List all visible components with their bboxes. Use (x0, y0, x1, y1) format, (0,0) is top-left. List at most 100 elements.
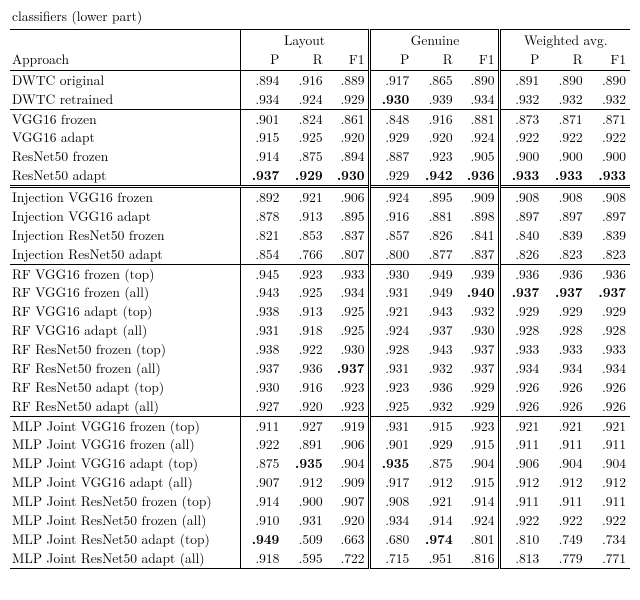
metric-cell: .922 (500, 128, 543, 147)
metric-cell: .823 (543, 245, 586, 264)
metric-cell: .810 (500, 530, 543, 549)
header-layout-p: P (240, 50, 283, 70)
metric-cell: .929 (543, 302, 586, 321)
metric-cell: .923 (370, 378, 413, 397)
metric-cell: .938 (240, 340, 283, 359)
metric-cell: .923 (327, 378, 370, 397)
table-row: MLP Joint VGG16 frozen (all).922.891.906… (10, 435, 630, 454)
table-row: RF ResNet50 adapt (all).927.920.923.925.… (10, 397, 630, 416)
metric-cell: .916 (283, 378, 326, 397)
approach-cell: MLP Joint ResNet50 frozen (all) (10, 511, 240, 530)
metric-cell: .911 (500, 492, 543, 511)
metric-cell: .938 (240, 302, 283, 321)
metric-cell: .826 (413, 226, 456, 245)
approach-cell: MLP Joint ResNet50 frozen (top) (10, 492, 240, 511)
approach-cell: DWTC original (10, 70, 240, 89)
metric-cell: .890 (457, 70, 500, 89)
metric-cell: .920 (327, 511, 370, 530)
metric-cell: .907 (240, 473, 283, 492)
metric-cell: .931 (370, 416, 413, 435)
metric-cell: .911 (587, 435, 630, 454)
approach-cell: MLP Joint VGG16 adapt (all) (10, 473, 240, 492)
metric-cell: .914 (457, 492, 500, 511)
metric-cell: .925 (327, 302, 370, 321)
metric-cell: .920 (283, 397, 326, 416)
metric-cell: .823 (587, 245, 630, 264)
metric-cell: .924 (457, 511, 500, 530)
table-row: RF ResNet50 adapt (top).930.916.923.923.… (10, 378, 630, 397)
metric-cell: .854 (240, 245, 283, 264)
header-group-weighted: Weighted avg. (500, 30, 630, 50)
metric-cell: .912 (283, 473, 326, 492)
table-row: DWTC retrained.934.924.929.930.939.934.9… (10, 90, 630, 109)
metric-cell: .923 (327, 397, 370, 416)
metric-cell: .911 (543, 435, 586, 454)
metric-cell: .905 (457, 147, 500, 166)
approach-cell: MLP Joint ResNet50 adapt (all) (10, 549, 240, 568)
metric-cell: .871 (587, 109, 630, 128)
metric-cell: .915 (413, 416, 456, 435)
metric-cell: .873 (500, 109, 543, 128)
metric-cell: .915 (457, 435, 500, 454)
metric-cell: .916 (370, 207, 413, 226)
metric-cell: .933 (543, 340, 586, 359)
metric-cell: .915 (240, 128, 283, 147)
metric-cell: .906 (327, 435, 370, 454)
metric-cell: .926 (587, 397, 630, 416)
metric-cell: .934 (543, 359, 586, 378)
metric-cell: .895 (327, 207, 370, 226)
metric-cell: .921 (370, 302, 413, 321)
metric-cell: .841 (457, 226, 500, 245)
metric-cell: .889 (327, 70, 370, 89)
metric-cell: .914 (240, 492, 283, 511)
metric-cell: .890 (587, 70, 630, 89)
approach-cell: RF ResNet50 frozen (top) (10, 340, 240, 359)
metric-cell: .937 (240, 166, 283, 186)
metric-cell: .911 (543, 492, 586, 511)
metric-cell: .934 (457, 90, 500, 109)
approach-cell: RF VGG16 frozen (all) (10, 283, 240, 302)
metric-cell: .936 (283, 359, 326, 378)
metric-cell: .937 (413, 321, 456, 340)
metric-cell: .857 (370, 226, 413, 245)
metric-cell: .892 (240, 187, 283, 207)
metric-cell: .926 (500, 397, 543, 416)
metric-cell: .891 (283, 435, 326, 454)
metric-cell: .936 (457, 166, 500, 186)
metric-cell: .929 (283, 166, 326, 186)
header-group-genuine: Genuine (370, 30, 500, 50)
metric-cell: .934 (240, 90, 283, 109)
metric-cell: .924 (370, 187, 413, 207)
metric-cell: .890 (543, 70, 586, 89)
header-wavg-r: R (543, 50, 586, 70)
metric-cell: .837 (457, 245, 500, 264)
table-row: MLP Joint VGG16 frozen (top).911.927.919… (10, 416, 630, 435)
approach-cell: Injection VGG16 adapt (10, 207, 240, 226)
table-row: RF ResNet50 frozen (all).937.936.937.931… (10, 359, 630, 378)
metric-cell: .909 (327, 473, 370, 492)
metric-cell: .937 (327, 359, 370, 378)
header-wavg-f1: F1 (587, 50, 630, 70)
metric-cell: .894 (240, 70, 283, 89)
metric-cell: .509 (283, 530, 326, 549)
metric-cell: .779 (543, 549, 586, 568)
table-row: MLP Joint ResNet50 frozen (top).914.900.… (10, 492, 630, 511)
metric-cell: .928 (587, 321, 630, 340)
metric-cell: .663 (327, 530, 370, 549)
metric-cell: .930 (327, 166, 370, 186)
metric-cell: .875 (413, 454, 456, 473)
metric-cell: .939 (457, 264, 500, 283)
metric-cell: .931 (283, 511, 326, 530)
header-layout-f1: F1 (327, 50, 370, 70)
table-row: DWTC original.894.916.889.917.865.890.89… (10, 70, 630, 89)
metric-cell: .840 (500, 226, 543, 245)
metric-cell: .904 (327, 454, 370, 473)
metric-cell: .917 (370, 473, 413, 492)
metric-cell: .931 (240, 321, 283, 340)
metric-cell: .921 (500, 416, 543, 435)
metric-cell: .930 (370, 90, 413, 109)
metric-cell: .949 (240, 530, 283, 549)
metric-cell: .929 (457, 397, 500, 416)
metric-cell: .928 (370, 340, 413, 359)
metric-cell: .911 (240, 416, 283, 435)
